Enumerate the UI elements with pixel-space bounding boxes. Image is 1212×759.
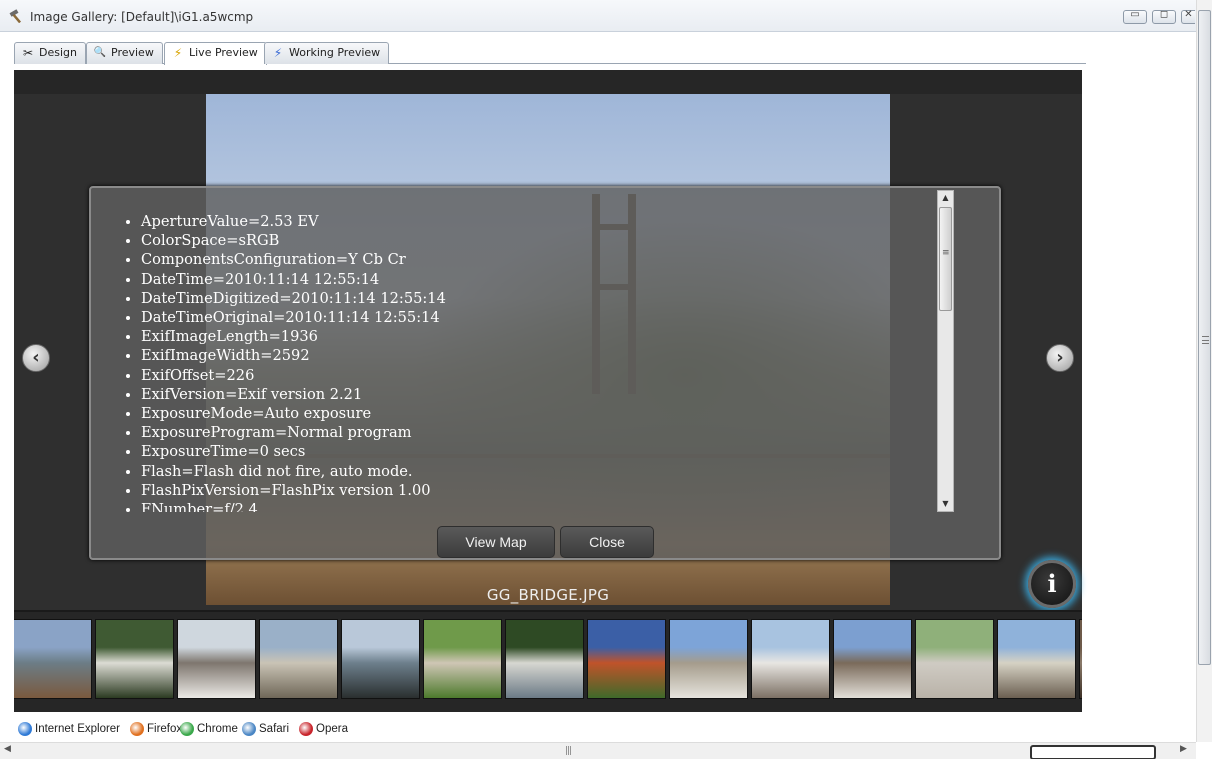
vertical-scrollbar[interactable]: [1196, 0, 1212, 742]
exif-item: FNumber=f/2.4: [141, 500, 939, 512]
exif-item: ComponentsConfiguration=Y Cb Cr: [141, 250, 939, 269]
internet-explorer-icon: [18, 722, 32, 736]
browser-label: Chrome: [197, 723, 238, 735]
info-icon: i: [1047, 569, 1057, 598]
tab-label: Preview: [111, 46, 154, 59]
thumbnail[interactable]: [14, 619, 92, 699]
next-image-button[interactable]: ›: [1046, 344, 1074, 372]
exif-item: DateTimeDigitized=2010:11:14 12:55:14: [141, 289, 939, 308]
lightning-icon: ⚡: [273, 46, 283, 60]
previous-image-button[interactable]: ‹: [22, 344, 50, 372]
opera-icon: [299, 722, 313, 736]
exif-item: ExposureMode=Auto exposure: [141, 404, 939, 423]
stage-header: [14, 70, 1082, 94]
browser-label: Opera: [316, 723, 348, 735]
close-button[interactable]: Close: [560, 526, 654, 558]
thumbnail[interactable]: [1079, 619, 1082, 699]
tab-live-preview[interactable]: ⚡ Live Preview: [164, 42, 267, 65]
thumbnail[interactable]: [669, 619, 748, 699]
thumbnail[interactable]: [341, 619, 420, 699]
tab-design[interactable]: ✂ Design: [14, 42, 86, 64]
lightning-icon: ⚡: [173, 46, 183, 60]
browser-link-chrome[interactable]: Chrome: [180, 720, 238, 738]
scroll-right-icon[interactable]: ▶: [1180, 744, 1187, 754]
thumbnail[interactable]: [997, 619, 1076, 699]
thumbnail[interactable]: [833, 619, 912, 699]
thumbnail[interactable]: [259, 619, 338, 699]
exif-item: ExposureProgram=Normal program: [141, 423, 939, 442]
thumbnail[interactable]: [95, 619, 174, 699]
scroll-left-icon[interactable]: ◀: [4, 744, 11, 754]
chevron-right-icon: ›: [1056, 347, 1064, 368]
tab-strip: ✂ Design 🔍 Preview ⚡ Live Preview ⚡ Work…: [14, 42, 1086, 65]
exif-item: FlashPixVersion=FlashPix version 1.00: [141, 481, 939, 500]
horizontal-scrollbar[interactable]: ◀ ||| ▶: [0, 742, 1196, 759]
scroll-grip-icon: [1202, 336, 1209, 344]
browser-label: Firefox: [147, 723, 183, 735]
close-window-button[interactable]: ✕: [1181, 9, 1195, 24]
exif-list-container[interactable]: ApertureValue=2.53 EVColorSpace=sRGBComp…: [103, 202, 939, 512]
exif-list: ApertureValue=2.53 EVColorSpace=sRGBComp…: [141, 202, 939, 512]
chevron-left-icon: ‹: [32, 347, 40, 368]
scroll-up-icon[interactable]: ▲: [938, 191, 953, 205]
exif-item: ApertureValue=2.53 EV: [141, 212, 939, 231]
tab-label: Live Preview: [189, 46, 258, 59]
browser-label: Safari: [259, 723, 290, 735]
tab-preview[interactable]: 🔍 Preview: [86, 42, 163, 64]
browser-label: Internet Explorer: [35, 723, 121, 735]
horizontal-scroll-thumb[interactable]: [1030, 745, 1156, 759]
exif-item: ExposureTime=0 secs: [141, 442, 939, 461]
scroll-down-icon[interactable]: ▼: [938, 497, 953, 511]
tab-label: Design: [39, 46, 77, 59]
exif-item: Flash=Flash did not fire, auto mode.: [141, 462, 939, 481]
window-title: Image Gallery: [Default]\iG1.a5wcmp: [30, 10, 254, 24]
exif-scroll-thumb[interactable]: [939, 207, 952, 311]
scroll-grip-icon: |||: [565, 746, 572, 756]
minimize-button[interactable]: ▭: [1123, 9, 1147, 24]
exif-item: ExifVersion=Exif version 2.21: [141, 385, 939, 404]
safari-icon: [242, 722, 256, 736]
view-map-button[interactable]: View Map: [437, 526, 555, 558]
thumbnail[interactable]: [751, 619, 830, 699]
maximize-button[interactable]: ◻: [1152, 9, 1176, 24]
info-button[interactable]: i: [1028, 560, 1076, 608]
thumbnail[interactable]: [423, 619, 502, 699]
exif-item: ExifOffset=226: [141, 366, 939, 385]
exif-item: DateTimeOriginal=2010:11:14 12:55:14: [141, 308, 939, 327]
gallery-stage: ‹ › GG_BRIDGE.JPG i ApertureValue=2.53 E…: [14, 70, 1082, 712]
browser-link-safari[interactable]: Safari: [242, 720, 289, 738]
maximize-icon: ◻: [1159, 9, 1169, 20]
thumbnail[interactable]: [587, 619, 666, 699]
close-icon: ✕: [1184, 9, 1193, 20]
exif-scrollbar[interactable]: ▲ ▼: [937, 190, 954, 512]
exif-item: ColorSpace=sRGB: [141, 231, 939, 250]
image-caption: GG_BRIDGE.JPG: [486, 586, 610, 604]
exif-item: DateTime=2010:11:14 12:55:14: [141, 270, 939, 289]
title-bar: Image Gallery: [Default]\iG1.a5wcmp ▭ ◻ …: [0, 0, 1196, 32]
tab-label: Working Preview: [289, 46, 381, 59]
browser-link-internet-explorer[interactable]: Internet Explorer: [18, 720, 120, 738]
thumbnail-strip[interactable]: [14, 610, 1082, 712]
vertical-scroll-thumb[interactable]: [1198, 10, 1211, 665]
browser-link-opera[interactable]: Opera: [299, 720, 348, 738]
exif-info-panel: ApertureValue=2.53 EVColorSpace=sRGBComp…: [89, 186, 1001, 560]
magnifier-icon: 🔍: [93, 47, 107, 58]
exif-item: ExifImageLength=1936: [141, 327, 939, 346]
thumbnail[interactable]: [505, 619, 584, 699]
browser-link-firefox[interactable]: Firefox: [130, 720, 182, 738]
firefox-icon: [130, 722, 144, 736]
thumbnail[interactable]: [915, 619, 994, 699]
thumbnail[interactable]: [177, 619, 256, 699]
exif-item: ExifImageWidth=2592: [141, 346, 939, 365]
tab-working-preview[interactable]: ⚡ Working Preview: [264, 42, 390, 64]
hammer-icon: [9, 9, 22, 23]
design-icon: ✂: [22, 46, 34, 60]
chrome-icon: [180, 722, 194, 736]
minimize-icon: ▭: [1130, 9, 1140, 20]
